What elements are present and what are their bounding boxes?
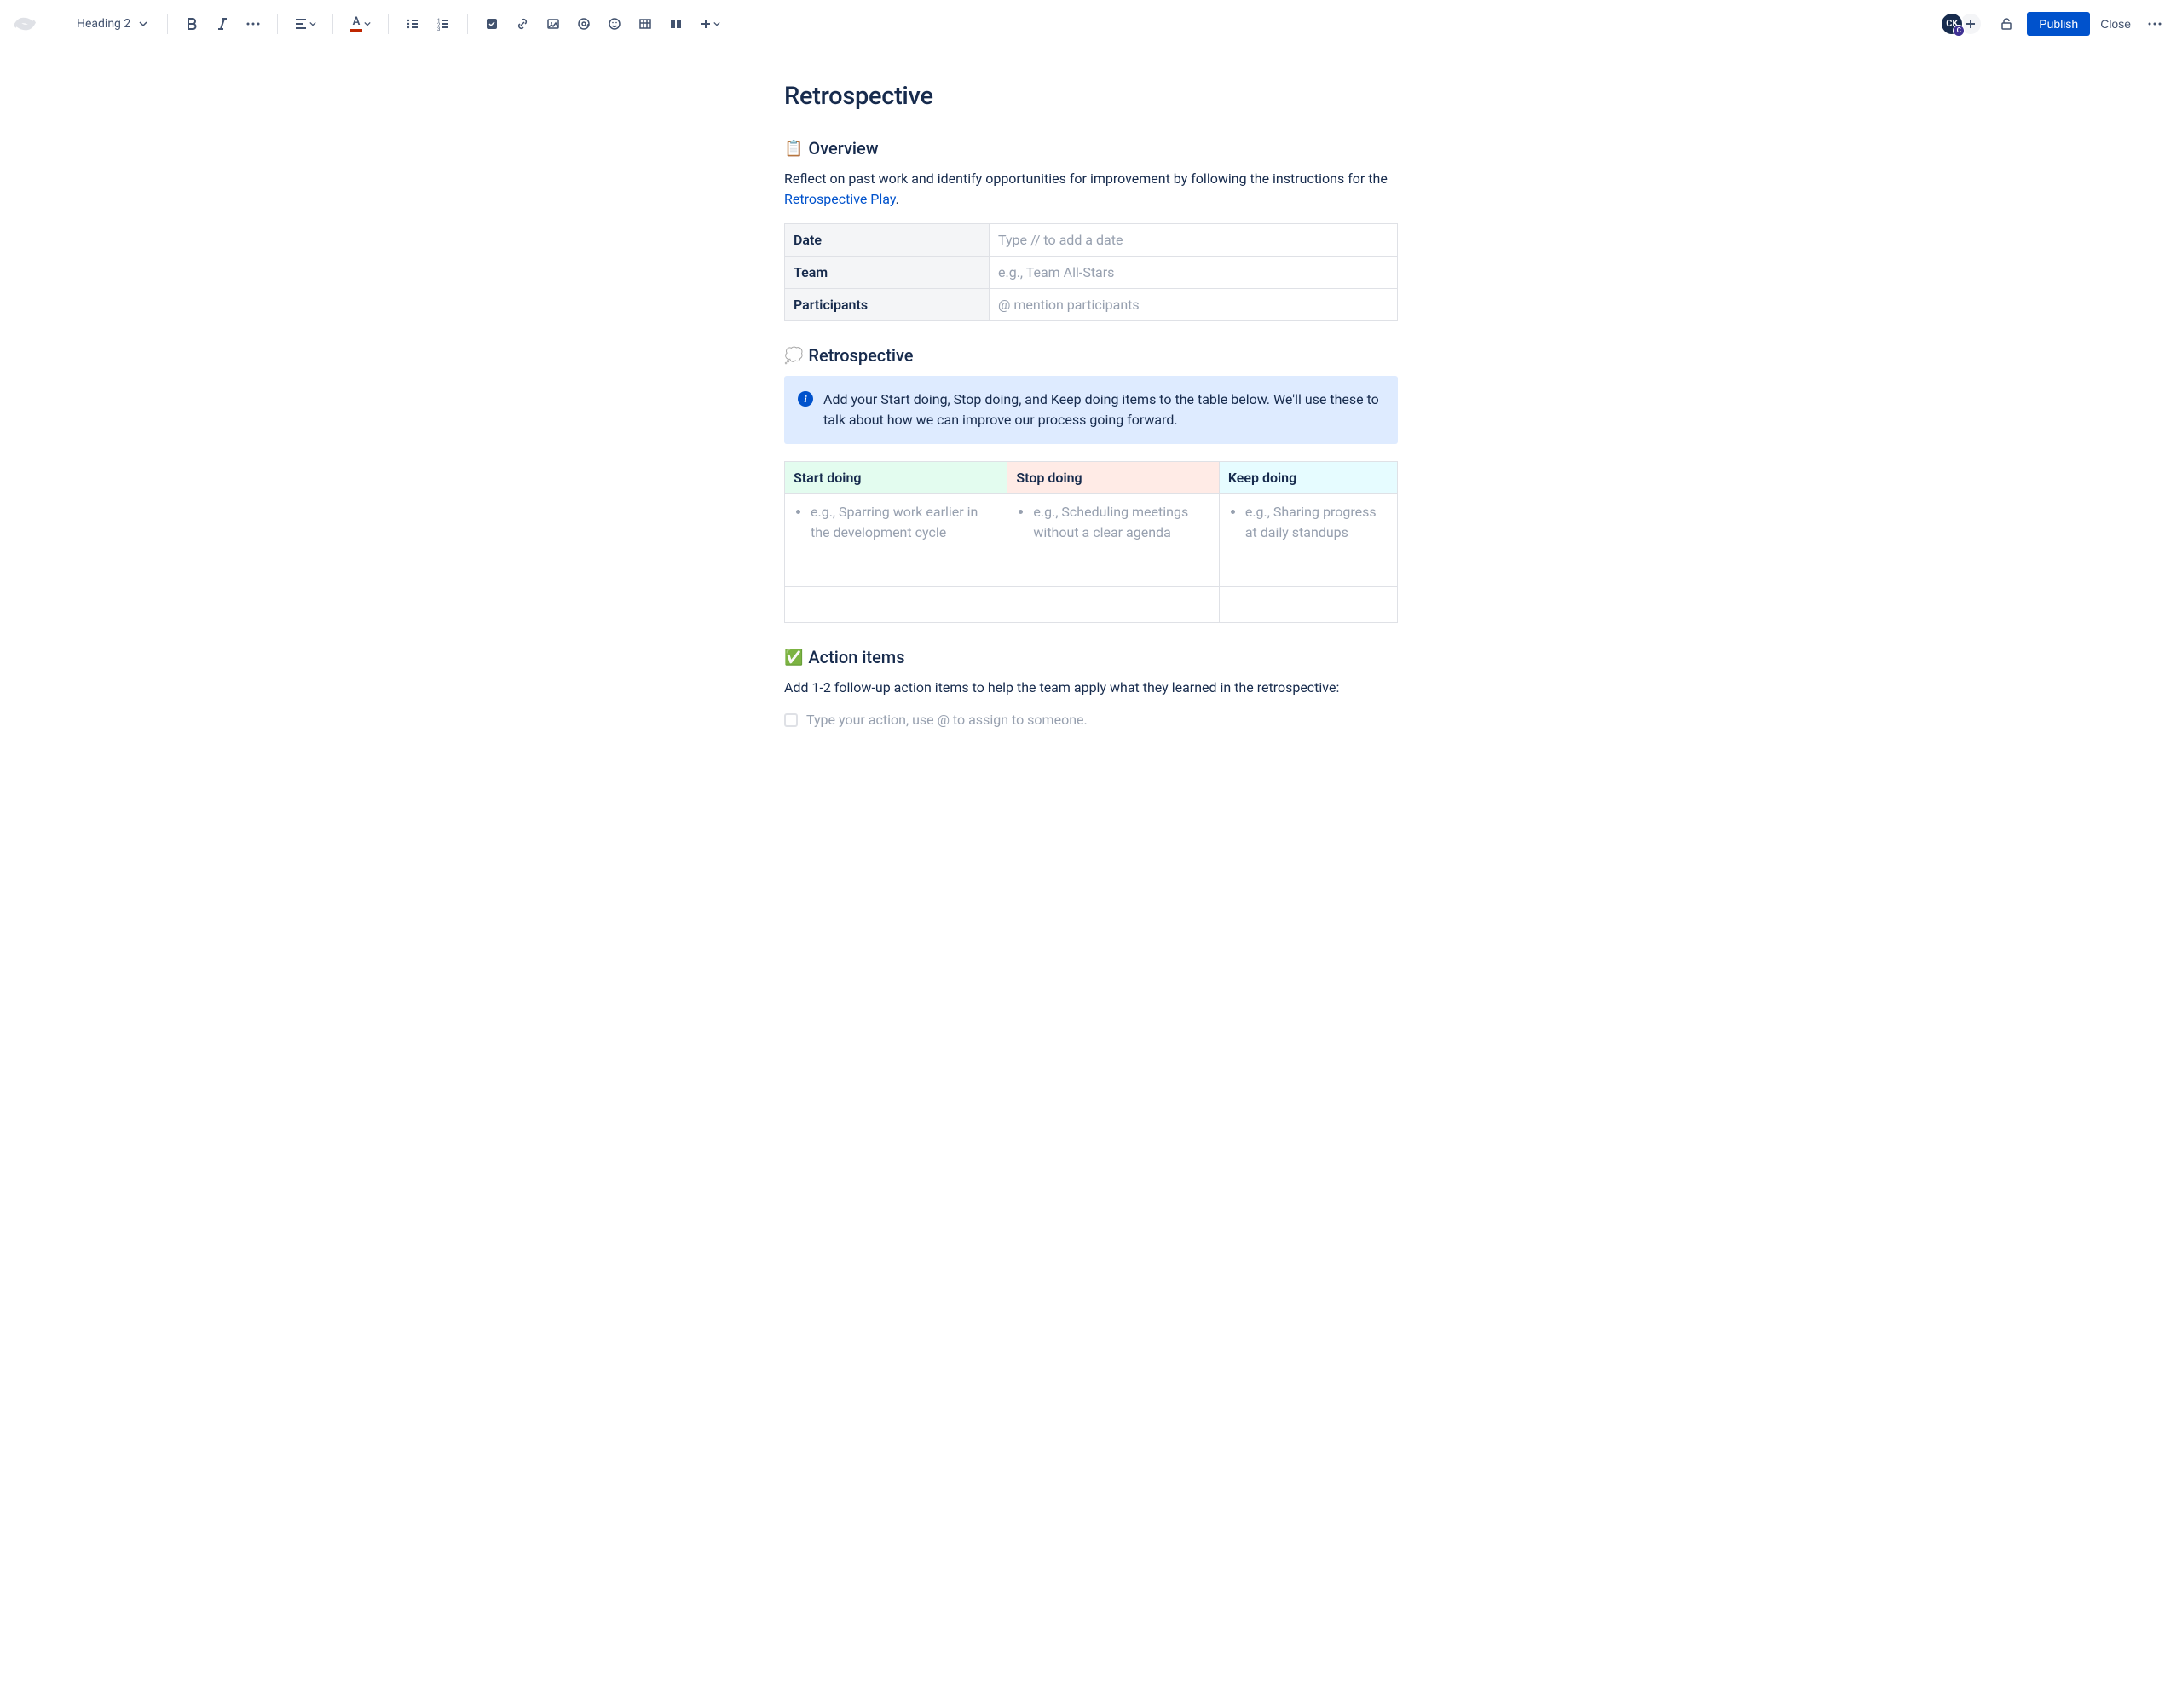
table-row: Team e.g., Team All-Stars (785, 257, 1398, 289)
action-placeholder[interactable]: Type your action, use @ to assign to som… (806, 712, 1088, 728)
row-value[interactable]: @ mention participants (990, 289, 1398, 321)
retro-table[interactable]: Start doing Stop doing Keep doing e.g., … (784, 461, 1398, 623)
keep-doing-cell[interactable]: e.g., Sharing progress at daily standups (1219, 494, 1397, 551)
layouts-button[interactable] (662, 10, 690, 38)
color-swatch (350, 29, 362, 32)
mention-button[interactable] (570, 10, 597, 38)
restrictions-button[interactable] (1993, 10, 2020, 38)
keep-doing-header[interactable]: Keep doing (1219, 462, 1397, 494)
alignment-button[interactable] (288, 10, 322, 38)
overview-table[interactable]: Date Type // to add a date Team e.g., Te… (784, 223, 1398, 321)
row-label[interactable]: Participants (785, 289, 990, 321)
publish-button[interactable]: Publish (2027, 12, 2090, 36)
table-row: Participants @ mention participants (785, 289, 1398, 321)
more-formatting-button[interactable] (240, 10, 267, 38)
clipboard-icon: 📋 (784, 140, 803, 158)
numbered-list-button[interactable]: 123 (430, 10, 457, 38)
stop-doing-cell[interactable] (1007, 587, 1219, 623)
row-label[interactable]: Team (785, 257, 990, 289)
bold-button[interactable] (178, 10, 205, 38)
start-doing-cell[interactable]: e.g., Sparring work earlier in the devel… (785, 494, 1007, 551)
section-action-items[interactable]: ✅ Action items (784, 647, 1398, 667)
text-style-select[interactable]: Heading 2 (70, 10, 164, 38)
row-value[interactable]: e.g., Team All-Stars (990, 257, 1398, 289)
italic-button[interactable] (209, 10, 236, 38)
table-row: Date Type // to add a date (785, 224, 1398, 257)
info-panel[interactable]: i Add your Start doing, Stop doing, and … (784, 376, 1398, 444)
insert-button[interactable] (693, 10, 727, 38)
table-row: e.g., Sparring work earlier in the devel… (785, 494, 1398, 551)
table-row (785, 587, 1398, 623)
info-icon: i (798, 391, 813, 407)
chevron-down-icon (309, 20, 316, 27)
page-title[interactable]: Retrospective (784, 82, 1398, 111)
start-doing-cell[interactable] (785, 587, 1007, 623)
thought-bubble-icon: 💭 (784, 347, 803, 365)
bullet-list-button[interactable] (399, 10, 426, 38)
section-heading: Action items (808, 647, 904, 667)
editor-toolbar: Heading 2 A 123 (0, 0, 2182, 48)
separator (277, 14, 278, 34)
text-style-label: Heading 2 (77, 17, 130, 31)
avatar[interactable]: CK C (1940, 12, 1964, 36)
action-item-button[interactable] (478, 10, 505, 38)
separator (388, 14, 389, 34)
overview-intro[interactable]: Reflect on past work and identify opport… (784, 169, 1398, 210)
avatar-badge: C (1953, 25, 1965, 37)
image-button[interactable] (540, 10, 567, 38)
chevron-down-icon (364, 20, 371, 27)
section-retrospective[interactable]: 💭 Retrospective (784, 345, 1398, 366)
more-actions-button[interactable] (2141, 10, 2168, 38)
action-checkbox[interactable] (784, 713, 798, 727)
section-overview[interactable]: 📋 Overview (784, 138, 1398, 159)
section-heading: Retrospective (808, 345, 913, 366)
text-color-button[interactable]: A (343, 10, 378, 38)
keep-doing-cell[interactable] (1219, 551, 1397, 587)
avatar-stack: CK C (1940, 12, 1983, 36)
link-button[interactable] (509, 10, 536, 38)
chevron-down-icon (139, 20, 147, 28)
separator (167, 14, 168, 34)
editor-content[interactable]: Retrospective 📋 Overview Reflect on past… (767, 48, 1415, 762)
action-item-row[interactable]: Type your action, use @ to assign to som… (784, 712, 1398, 728)
start-doing-cell[interactable] (785, 551, 1007, 587)
info-panel-text[interactable]: Add your Start doing, Stop doing, and Ke… (823, 389, 1384, 430)
svg-text:3: 3 (437, 26, 440, 31)
checkmark-icon: ✅ (784, 649, 803, 666)
row-label[interactable]: Date (785, 224, 990, 257)
table-button[interactable] (632, 10, 659, 38)
close-button[interactable]: Close (2090, 12, 2141, 36)
stop-doing-header[interactable]: Stop doing (1007, 462, 1219, 494)
chevron-down-icon (713, 20, 720, 27)
separator (332, 14, 333, 34)
section-heading: Overview (808, 138, 878, 159)
stop-doing-cell[interactable]: e.g., Scheduling meetings without a clea… (1007, 494, 1219, 551)
actions-intro[interactable]: Add 1-2 follow-up action items to help t… (784, 678, 1398, 698)
retrospective-play-link[interactable]: Retrospective Play (784, 191, 896, 207)
confluence-logo-icon (14, 13, 36, 35)
start-doing-header[interactable]: Start doing (785, 462, 1007, 494)
stop-doing-cell[interactable] (1007, 551, 1219, 587)
emoji-button[interactable] (601, 10, 628, 38)
row-value[interactable]: Type // to add a date (990, 224, 1398, 257)
keep-doing-cell[interactable] (1219, 587, 1397, 623)
table-row (785, 551, 1398, 587)
separator (467, 14, 468, 34)
